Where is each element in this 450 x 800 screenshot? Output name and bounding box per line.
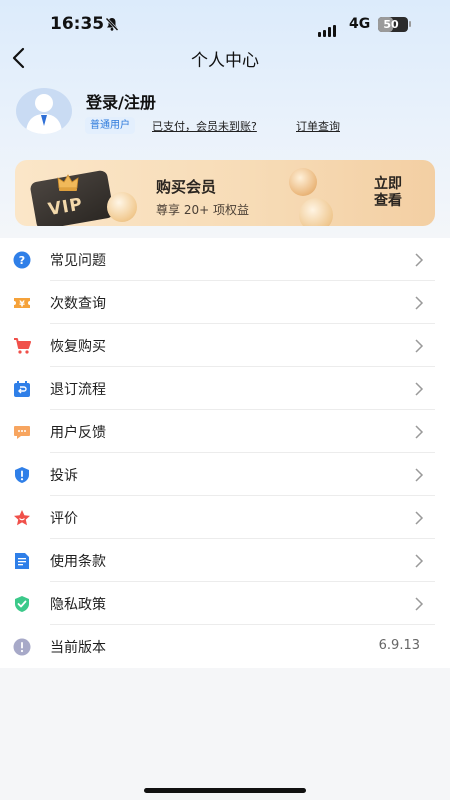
chevron-right-icon	[415, 554, 424, 568]
vip-card-text: VIP	[46, 194, 85, 221]
svg-text:?: ?	[19, 254, 25, 267]
menu-label: 当前版本	[50, 640, 106, 656]
document-icon	[15, 553, 29, 569]
svg-text:¥: ¥	[19, 300, 25, 309]
coin-icon	[299, 198, 333, 226]
chevron-right-icon	[415, 339, 424, 353]
menu-item-faq[interactable]: ? 常见问题	[0, 238, 450, 281]
menu-label: 隐私政策	[50, 597, 106, 613]
user-avatar-icon	[26, 94, 62, 134]
menu-item-terms[interactable]: 使用条款	[0, 539, 450, 582]
chevron-right-icon	[415, 253, 424, 267]
ticket-icon: ¥	[14, 298, 30, 309]
vip-view-button[interactable]: 立即 查看	[367, 176, 409, 210]
menu-item-rating[interactable]: 评价	[0, 496, 450, 539]
battery-icon: 50	[378, 17, 408, 32]
menu-item-feedback[interactable]: 用户反馈	[0, 410, 450, 453]
paid-not-credited-link[interactable]: 已支付，会员未到账?	[152, 118, 257, 134]
menu-label: 退订流程	[50, 382, 106, 398]
menu-label: 用户反馈	[50, 425, 106, 441]
menu-item-unsubscribe-process[interactable]: 退订流程	[0, 367, 450, 410]
battery-percent: 50	[383, 18, 399, 31]
chevron-right-icon	[415, 511, 424, 525]
vip-title: 购买会员	[156, 178, 217, 196]
chevron-right-icon	[415, 425, 424, 439]
nav-bar: 个人中心	[0, 38, 450, 78]
calendar-return-icon	[14, 381, 30, 397]
shield-check-icon	[15, 596, 29, 612]
bell-muted-icon	[105, 17, 119, 31]
page-title: 个人中心	[191, 51, 259, 71]
vip-action-line1: 立即	[374, 176, 402, 192]
menu-label: 恢复购买	[50, 339, 106, 355]
chevron-right-icon	[415, 468, 424, 482]
menu-label: 次数查询	[50, 296, 106, 312]
login-register-link[interactable]: 登录/注册	[86, 89, 156, 113]
coin-icon	[107, 192, 137, 222]
chevron-right-icon	[415, 597, 424, 611]
cart-icon	[14, 338, 31, 354]
menu-item-usage-count[interactable]: ¥ 次数查询	[0, 281, 450, 324]
crown-icon	[57, 174, 79, 191]
menu-item-privacy[interactable]: 隐私政策	[0, 582, 450, 625]
star-icon	[14, 510, 30, 526]
version-value: 6.9.13	[378, 638, 420, 653]
network-type: 4G	[349, 16, 371, 32]
user-level-badge: 普通用户	[85, 117, 135, 134]
shield-alert-icon	[15, 467, 29, 483]
vip-subtitle: 尊享 20+ 项权益	[156, 203, 249, 217]
menu-item-complaint[interactable]: 投诉	[0, 453, 450, 496]
menu-label: 评价	[50, 511, 78, 527]
home-indicator	[144, 788, 306, 793]
chevron-right-icon	[415, 296, 424, 310]
status-time: 16:35	[50, 14, 105, 34]
menu-item-version: 当前版本 6.9.13	[0, 625, 450, 668]
coin-icon	[289, 168, 317, 196]
menu-item-restore-purchase[interactable]: 恢复购买	[0, 324, 450, 367]
question-icon: ?	[13, 251, 31, 269]
vip-banner[interactable]: VIP 购买会员 尊享 20+ 项权益 立即 查看	[15, 160, 435, 226]
battery-cap	[409, 21, 411, 27]
menu-label: 常见问题	[50, 253, 106, 269]
order-query-link[interactable]: 订单查询	[296, 118, 340, 134]
chevron-right-icon	[415, 382, 424, 396]
avatar[interactable]	[16, 88, 72, 134]
menu-label: 投诉	[50, 468, 78, 484]
signal-icon	[318, 18, 338, 37]
info-icon	[13, 638, 31, 656]
chat-icon	[14, 426, 30, 439]
menu-label: 使用条款	[50, 554, 106, 570]
vip-action-line2: 查看	[374, 193, 402, 209]
settings-menu: ? 常见问题 ¥ 次数查询 恢复购买 退订流程 用户反馈 投诉 评价 使用条款 …	[0, 238, 450, 668]
